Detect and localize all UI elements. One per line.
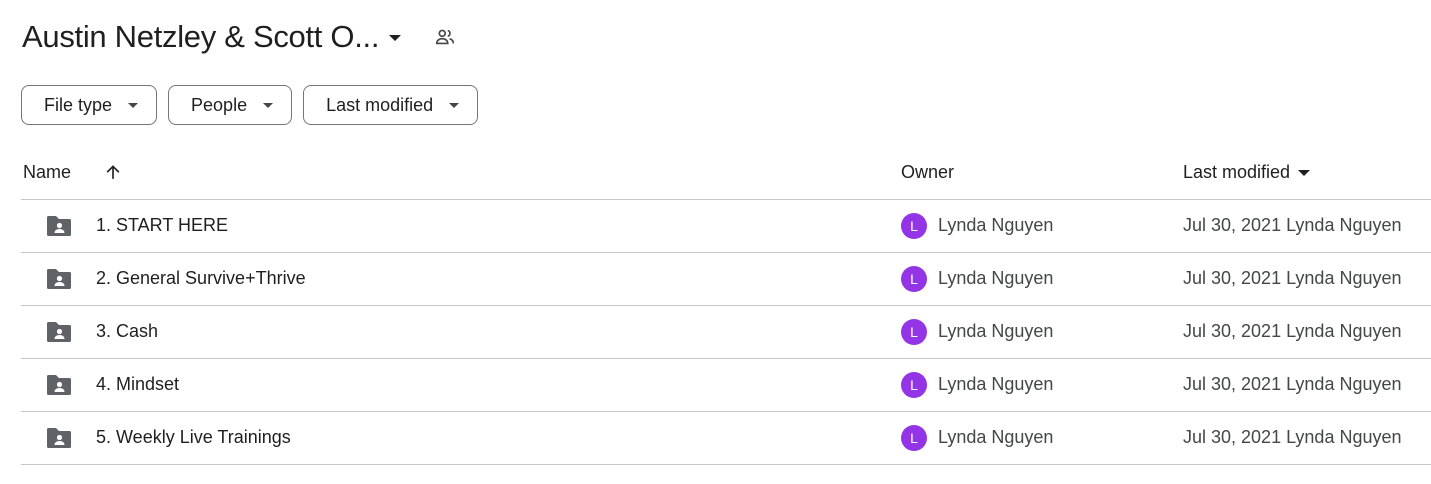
owner-name: Lynda Nguyen xyxy=(938,268,1054,288)
file-name: 2. General Survive+Thrive xyxy=(96,268,306,288)
arrow-upward-icon[interactable] xyxy=(101,160,125,184)
folder-header: Austin Netzley & Scott O... xyxy=(22,14,457,60)
folder-title: Austin Netzley & Scott O... xyxy=(22,19,380,54)
last-modified-filter[interactable]: Last modified xyxy=(303,85,479,125)
folder-title-dropdown[interactable]: Austin Netzley & Scott O... xyxy=(22,19,402,55)
name-column-header[interactable]: Name xyxy=(23,162,71,183)
last-modified-column-header[interactable]: Last modified xyxy=(1183,162,1311,183)
last-modified-value: Jul 30, 2021 Lynda Nguyen xyxy=(1183,427,1402,447)
chip-label: File type xyxy=(44,94,113,115)
arrow-drop-down-icon xyxy=(389,35,402,41)
table-row[interactable]: 1. START HERE L Lynda Nguyen Jul 30, 202… xyxy=(21,200,1431,253)
avatar: L xyxy=(901,266,927,292)
avatar: L xyxy=(901,425,927,451)
shared-folder-icon xyxy=(45,426,73,450)
shared-folder-icon xyxy=(45,373,73,397)
avatar: L xyxy=(901,372,927,398)
shared-folder-icon xyxy=(45,320,73,344)
table-row[interactable]: 5. Weekly Live Trainings L Lynda Nguyen … xyxy=(21,412,1431,465)
people-icon[interactable] xyxy=(433,25,457,49)
file-table: Name Owner Last modified 1. START HERE L… xyxy=(21,148,1431,465)
owner-name: Lynda Nguyen xyxy=(938,215,1054,235)
chip-label: Last modified xyxy=(326,94,434,115)
owner-name: Lynda Nguyen xyxy=(938,374,1054,394)
owner-name: Lynda Nguyen xyxy=(938,321,1054,341)
file-type-filter[interactable]: File type xyxy=(21,85,158,125)
file-name: 3. Cash xyxy=(96,321,159,341)
last-modified-value: Jul 30, 2021 Lynda Nguyen xyxy=(1183,215,1402,235)
owner-column-header: Owner xyxy=(901,162,955,182)
shared-folder-icon xyxy=(45,267,73,291)
last-modified-value: Jul 30, 2021 Lynda Nguyen xyxy=(1183,268,1402,288)
arrow-drop-down-icon xyxy=(263,102,274,108)
last-modified-value: Jul 30, 2021 Lynda Nguyen xyxy=(1183,321,1402,341)
shared-folder-icon xyxy=(45,214,73,238)
avatar: L xyxy=(901,213,927,239)
owner-name: Lynda Nguyen xyxy=(938,427,1054,447)
people-filter[interactable]: People xyxy=(168,85,293,125)
avatar: L xyxy=(901,319,927,345)
arrow-drop-down-icon xyxy=(128,102,139,108)
file-name: 5. Weekly Live Trainings xyxy=(96,427,291,447)
chip-label: People xyxy=(191,94,248,115)
table-row[interactable]: 3. Cash L Lynda Nguyen Jul 30, 2021 Lynd… xyxy=(21,306,1431,359)
arrow-drop-down-icon xyxy=(449,102,460,108)
arrow-drop-down-icon xyxy=(1298,169,1311,176)
file-name: 4. Mindset xyxy=(96,374,180,394)
table-header: Name Owner Last modified xyxy=(21,148,1431,200)
last-modified-value: Jul 30, 2021 Lynda Nguyen xyxy=(1183,374,1402,394)
filter-bar: File type People Last modified xyxy=(21,85,479,125)
last-modified-label: Last modified xyxy=(1183,162,1291,182)
file-name: 1. START HERE xyxy=(96,215,229,235)
table-row[interactable]: 4. Mindset L Lynda Nguyen Jul 30, 2021 L… xyxy=(21,359,1431,412)
drive-folder-view: Austin Netzley & Scott O... File type Pe… xyxy=(0,0,1431,484)
table-row[interactable]: 2. General Survive+Thrive L Lynda Nguyen… xyxy=(21,253,1431,306)
